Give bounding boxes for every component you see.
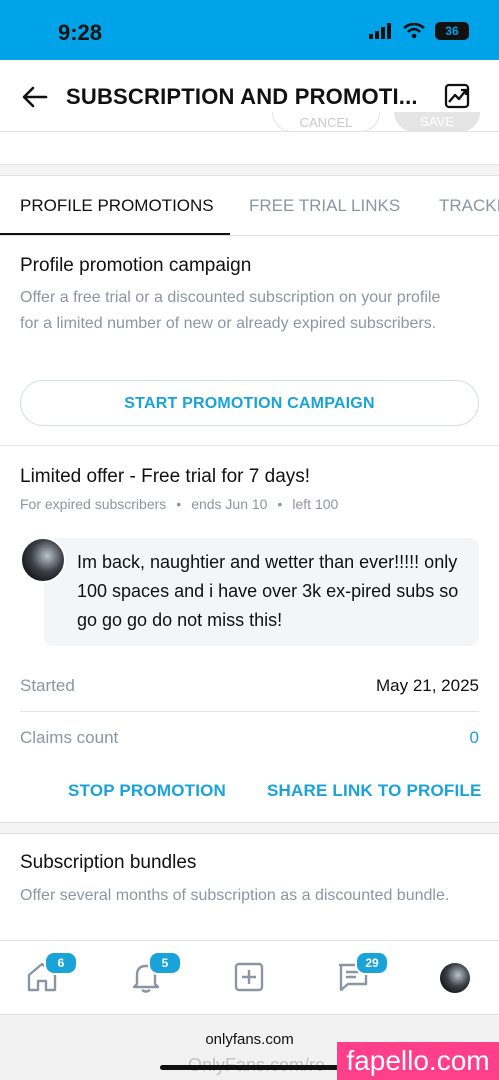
started-value: May 21, 2025 — [375, 676, 479, 695]
wifi-icon — [403, 23, 425, 39]
subscription-bundles-title: Subscription bundles — [20, 852, 197, 873]
meta-separator: • — [176, 496, 182, 512]
meta-separator: • — [277, 496, 283, 512]
subscription-bundles-description: Offer several months of subscription as … — [20, 887, 450, 904]
nav-messages[interactable]: 29 — [335, 951, 389, 995]
nav-add-post[interactable] — [231, 959, 267, 995]
stop-promotion-button[interactable]: STOP PROMOTION — [68, 781, 226, 801]
tab-tracking-links[interactable]: TRACKI — [439, 196, 499, 216]
watermark: fapello.com — [337, 1042, 499, 1080]
cancel-button[interactable]: CANCEL — [272, 112, 380, 132]
tab-bar: PROFILE PROMOTIONS FREE TRIAL LINKS TRAC… — [0, 176, 499, 236]
offer-message-text: Im back, naughtier and wetter than ever!… — [77, 552, 459, 630]
start-promotion-campaign-button[interactable]: START PROMOTION CAMPAIGN — [20, 380, 479, 426]
started-label: Started — [20, 676, 75, 695]
offer-title: Limited offer - Free trial for 7 days! — [20, 466, 311, 487]
offer-audience: For expired subscribers — [20, 496, 167, 512]
claims-count-label: Claims count — [20, 728, 119, 747]
home-badge: 6 — [44, 951, 78, 975]
promotion-campaign-description: Offer a free trial or a discounted subsc… — [20, 289, 441, 332]
offer-remaining: left 100 — [292, 496, 339, 512]
section-gap — [0, 822, 499, 834]
share-link-to-profile-button[interactable]: SHARE LINK TO PROFILE — [267, 781, 482, 801]
profile-avatar[interactable] — [440, 963, 470, 993]
promotion-campaign-title: Profile promotion campaign — [20, 255, 252, 276]
tab-free-trial-links[interactable]: FREE TRIAL LINKS — [249, 196, 400, 216]
offer-ends: ends Jun 10 — [191, 496, 268, 512]
scrolled-action-buttons: CANCEL SAVE — [0, 112, 499, 152]
save-button[interactable]: SAVE — [394, 112, 480, 132]
row-divider — [20, 711, 479, 712]
tab-profile-promotions[interactable]: PROFILE PROMOTIONS — [20, 196, 214, 216]
section-divider — [0, 445, 499, 446]
offer-message-bubble: Im back, naughtier and wetter than ever!… — [44, 538, 479, 646]
status-icons: 36 — [369, 22, 469, 40]
offer-meta: For expired subscribers • ends Jun 10 • … — [20, 496, 338, 512]
arrow-left-icon[interactable] — [20, 82, 50, 112]
claims-count-value[interactable]: 0 — [470, 728, 479, 748]
avatar[interactable] — [20, 537, 66, 583]
cellular-signal-icon — [369, 23, 391, 39]
battery-icon: 36 — [435, 22, 469, 40]
home-indicator — [160, 1065, 340, 1070]
bottom-nav: 6 5 29 — [0, 940, 499, 1014]
nav-home[interactable]: 6 — [24, 951, 78, 995]
page-title: SUBSCRIPTION AND PROMOTI... — [66, 84, 418, 109]
status-bar: 9:28 36 — [0, 0, 499, 60]
notifications-badge: 5 — [148, 951, 182, 975]
messages-badge: 29 — [355, 951, 389, 975]
add-post-icon — [234, 962, 264, 992]
status-time: 9:28 — [58, 20, 103, 45]
nav-notifications[interactable]: 5 — [128, 951, 182, 995]
image-chart-icon[interactable] — [443, 82, 471, 110]
section-gap — [0, 164, 499, 176]
active-tab-indicator — [0, 233, 230, 235]
